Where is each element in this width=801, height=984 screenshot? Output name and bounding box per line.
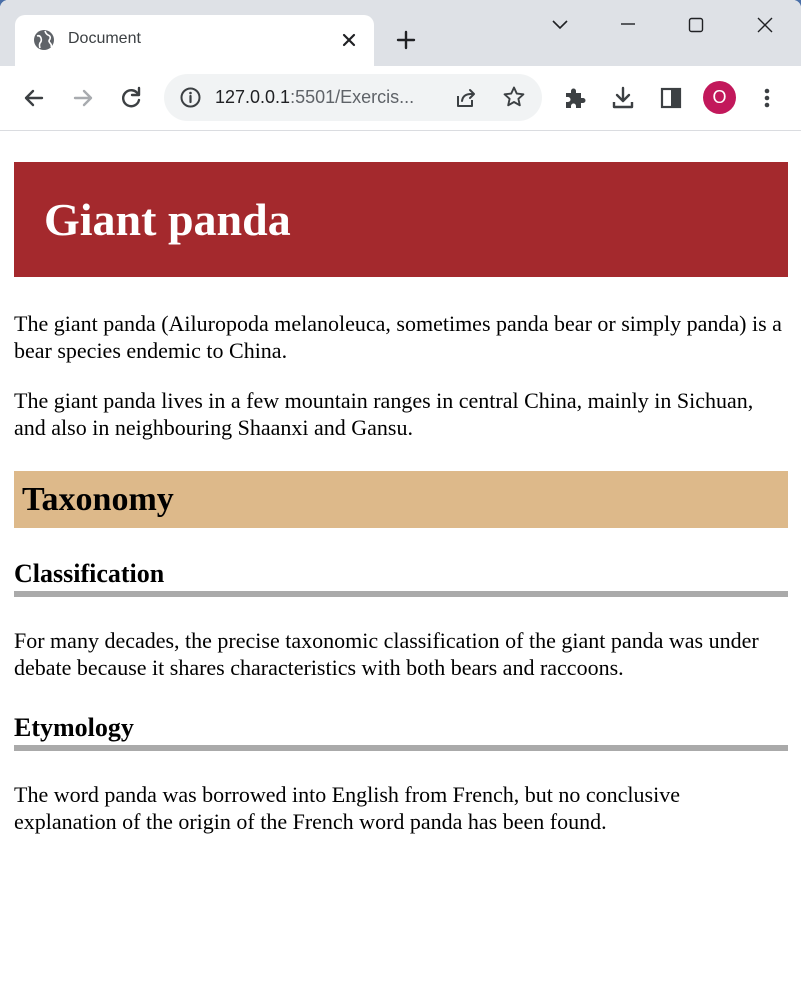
address-bar[interactable]: 127.0.0.1:5501/Exercis... <box>164 74 542 121</box>
page-viewport: Giant panda The giant panda (Ailuropoda … <box>0 131 801 984</box>
share-icon[interactable] <box>454 86 478 110</box>
star-icon[interactable] <box>502 85 526 109</box>
tab-strip: Document <box>0 0 801 66</box>
browser-window: Document 127.0.0.1:5501/Exercis... O Gia… <box>0 0 801 984</box>
tab-title: Document <box>68 30 141 47</box>
page-content: Giant panda The giant panda (Ailuropoda … <box>14 162 788 835</box>
download-icon[interactable] <box>609 84 637 112</box>
subsection-title: Etymology <box>14 713 134 742</box>
forward-arrow-icon[interactable] <box>69 84 97 112</box>
tab-document[interactable]: Document <box>15 15 374 66</box>
subsection-paragraph: The word panda was borrowed into English… <box>14 782 680 834</box>
reload-icon[interactable] <box>117 84 145 112</box>
browser-toolbar: 127.0.0.1:5501/Exercis... O <box>0 66 801 131</box>
chevron-down-icon[interactable] <box>545 10 575 40</box>
subsection-heading: Classification <box>14 559 788 597</box>
side-panel-icon[interactable] <box>657 84 685 112</box>
intro-paragraph: The giant panda (Ailuropoda melanoleuca,… <box>14 311 782 363</box>
profile-avatar[interactable]: O <box>703 81 736 114</box>
url-host: 127.0.0.1 <box>215 87 291 107</box>
section-bar: Taxonomy <box>14 471 788 528</box>
url-text[interactable]: 127.0.0.1:5501/Exercis... <box>215 87 414 108</box>
url-path: :5501/Exercis... <box>290 87 415 107</box>
globe-icon <box>34 30 54 50</box>
info-icon[interactable] <box>179 86 202 109</box>
close-icon[interactable] <box>339 30 359 50</box>
back-arrow-icon[interactable] <box>20 84 48 112</box>
minimize-icon[interactable] <box>613 10 643 40</box>
section-title: Taxonomy <box>22 481 174 518</box>
puzzle-icon[interactable] <box>561 84 589 112</box>
page-title: Giant panda <box>44 194 291 245</box>
subsection-title: Classification <box>14 559 165 588</box>
plus-icon[interactable] <box>394 28 418 52</box>
subsection-paragraph: For many decades, the precise taxonomic … <box>14 628 759 680</box>
maximize-icon[interactable] <box>681 10 711 40</box>
close-window-icon[interactable] <box>750 10 780 40</box>
subsection-heading: Etymology <box>14 713 788 751</box>
intro-paragraph: The giant panda lives in a few mountain … <box>14 388 754 440</box>
kebab-menu-icon[interactable] <box>753 84 781 112</box>
title-banner: Giant panda <box>14 162 788 277</box>
